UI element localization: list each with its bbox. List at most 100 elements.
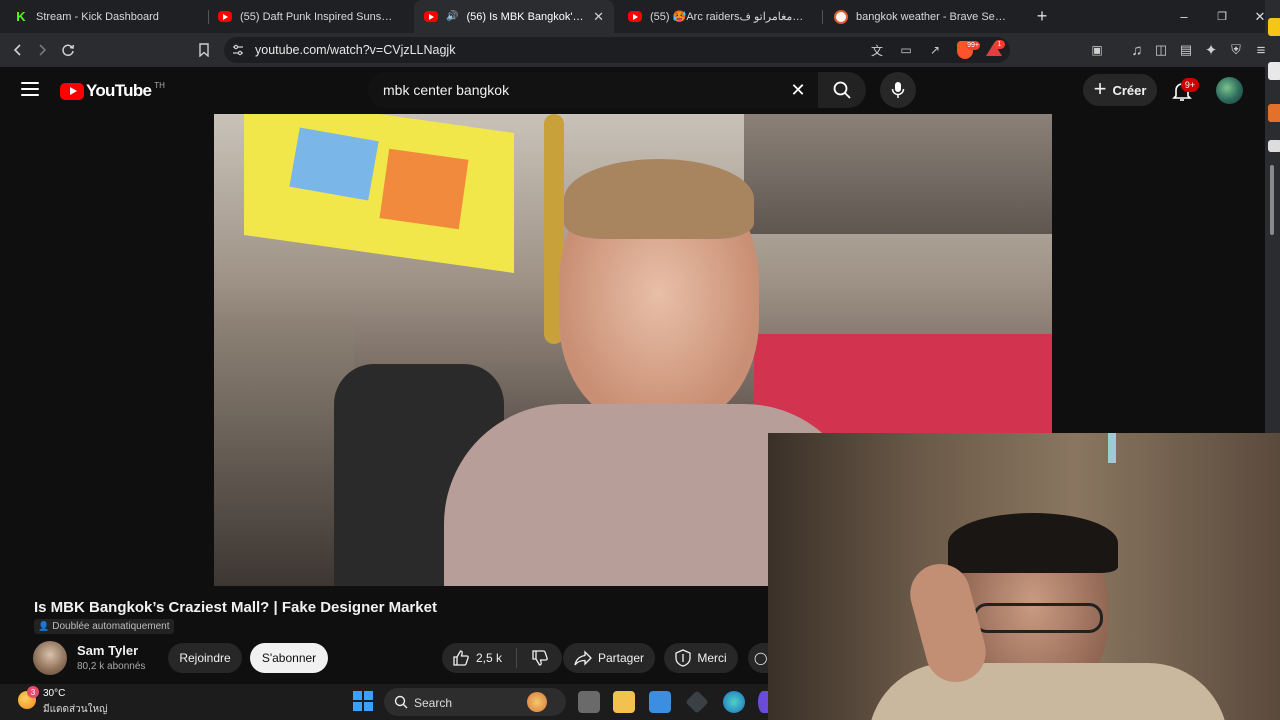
restore-button[interactable]: ❐ [1203, 0, 1241, 33]
country-code: TH [154, 80, 165, 90]
thumbs-down-icon[interactable] [531, 649, 549, 667]
youtube-icon [628, 11, 642, 22]
like-count[interactable]: 2,5 k [476, 651, 502, 665]
bookmark-icon [199, 43, 209, 57]
share-arrow-icon [574, 650, 592, 666]
url-text: youtube.com/watch?v=CVjzLLNagjk [255, 43, 456, 57]
reload-button[interactable] [57, 39, 79, 61]
share-button[interactable]: Partager [563, 643, 655, 673]
translate-icon[interactable]: 文 [868, 41, 886, 59]
video-ceiling [744, 114, 1052, 234]
tab-daft-punk[interactable]: (55) Daft Punk Inspired Sunset Funk [208, 0, 408, 33]
tab-label: bangkok weather - Brave Search [856, 10, 1010, 23]
windows-taskbar: 3 30°C มีแดดส่วนใหญ่ Search [0, 684, 768, 720]
taskbar-search-box[interactable]: Search [384, 688, 566, 716]
channel-avatar[interactable] [33, 641, 67, 675]
video-escalator-area [214, 314, 354, 586]
account-avatar[interactable] [1216, 77, 1243, 104]
thanks-label: Merci [697, 651, 727, 665]
tab-kick-dashboard[interactable]: K Stream - Kick Dashboard [4, 0, 200, 33]
speaker-icon[interactable]: 🔊 [446, 11, 458, 22]
clear-search-icon[interactable]: ✕ [786, 78, 810, 102]
leo-ai-icon[interactable]: ✦ [1200, 39, 1222, 61]
webcam-hair [948, 513, 1118, 573]
tab-label: (55) 🥵Arc raidersومغامراتو ف Loujey [650, 11, 808, 23]
video-billboard [244, 114, 514, 273]
side-app-icon[interactable] [1268, 140, 1280, 152]
reload-icon [62, 44, 75, 57]
bookmark-button[interactable] [193, 39, 215, 61]
minimize-button[interactable]: – [1165, 0, 1203, 33]
channel-subscriber-count: 80,2 k abonnés [77, 661, 146, 672]
tab-separator [822, 10, 823, 24]
save-button[interactable]: ◯ [748, 643, 768, 673]
back-button[interactable] [7, 39, 29, 61]
side-app-icon[interactable] [1268, 104, 1280, 122]
hamburger-menu-icon[interactable] [21, 82, 39, 96]
video-poster [379, 148, 469, 230]
subscribe-label: S'abonner [261, 651, 317, 665]
create-button[interactable]: + Créer [1083, 74, 1157, 106]
weather-badge: 3 [27, 686, 39, 698]
join-button[interactable]: Rejoindre [168, 643, 242, 673]
like-divider [516, 648, 518, 668]
webcam-overlay [768, 433, 1280, 720]
channel-name[interactable]: Sam Tyler [77, 643, 138, 658]
voice-search-button[interactable] [880, 72, 916, 108]
cast-icon[interactable]: ▭ [897, 41, 915, 59]
vpn-shield-icon[interactable]: ⛨ [1225, 39, 1247, 61]
search-highlight-icon [527, 692, 547, 712]
video-title: Is MBK Bangkok’s Craziest Mall? | Fake D… [34, 599, 437, 616]
screenshot-icon[interactable]: ▣ [1086, 39, 1108, 61]
thanks-button[interactable]: Merci [664, 643, 738, 673]
tab-arc-raiders[interactable]: (55) 🥵Arc raidersومغامراتو ف Loujey [618, 0, 818, 33]
rewards-badge: 1 [994, 40, 1005, 49]
side-app-icon[interactable] [1268, 62, 1280, 80]
subscribe-button[interactable]: S'abonner [250, 643, 328, 673]
address-bar[interactable]: youtube.com/watch?v=CVjzLLNagjk 文 ▭ ↗ 99… [224, 37, 1010, 63]
app-icon[interactable] [758, 691, 768, 713]
tab-brave-search[interactable]: bangkok weather - Brave Search [824, 0, 1020, 33]
share-label: Partager [597, 651, 645, 665]
dubbed-badge: 👤 Doublée automatiquement [34, 619, 174, 634]
file-explorer-icon[interactable] [613, 691, 635, 713]
youtube-play-icon [60, 82, 84, 100]
search-button[interactable] [818, 72, 866, 108]
taskbar-search-label: Search [414, 696, 453, 710]
close-tab-icon[interactable]: ✕ [593, 9, 604, 25]
sidebar-icon[interactable]: ◫ [1150, 39, 1172, 61]
super-thanks-icon [675, 649, 691, 667]
kick-icon: K [14, 9, 28, 24]
browser-side-panel-strip [1265, 0, 1280, 433]
browser-toolbar: youtube.com/watch?v=CVjzLLNagjk 文 ▭ ↗ 99… [0, 33, 1280, 67]
video-host-hair [564, 159, 754, 239]
youtube-logo[interactable]: YouTube TH [60, 81, 165, 101]
glasses-icon [973, 603, 1103, 633]
tab-label: Stream - Kick Dashboard [36, 10, 159, 23]
like-dislike-bar: 2,5 k [442, 643, 562, 673]
microsoft-store-icon[interactable] [649, 691, 671, 713]
browser-tab-strip: K Stream - Kick Dashboard (55) Daft Punk… [0, 0, 1280, 33]
youtube-icon [218, 11, 232, 22]
windows-start-icon[interactable] [353, 691, 373, 711]
media-icon[interactable]: ♫ [1126, 39, 1148, 61]
dubbed-label: Doublée automatiquement [52, 621, 170, 632]
new-tab-button[interactable]: + [1023, 0, 1061, 33]
forward-arrow-icon [39, 44, 47, 56]
thumbs-up-icon[interactable] [452, 649, 470, 667]
youtube-header: YouTube TH mbk center bangkok ✕ + Créer [0, 67, 1265, 114]
site-info-icon[interactable] [229, 41, 247, 59]
scrollbar-thumb[interactable] [1270, 165, 1274, 235]
app-cube-icon[interactable] [685, 690, 709, 714]
shields-count-badge: 99+ [966, 41, 980, 50]
search-input[interactable]: mbk center bangkok ✕ [368, 72, 818, 108]
dubbed-person-icon: 👤 [38, 621, 50, 631]
side-app-icon[interactable] [1268, 18, 1280, 36]
edge-browser-icon[interactable] [723, 691, 745, 713]
back-arrow-icon [13, 44, 21, 56]
wallet-icon[interactable]: ▤ [1175, 39, 1197, 61]
task-view-icon[interactable] [578, 691, 600, 713]
forward-button[interactable] [31, 39, 53, 61]
tab-mbk-bangkok[interactable]: 🔊 (56) Is MBK Bangkok's Crazie ✕ [414, 0, 614, 33]
share-page-icon[interactable]: ↗ [926, 41, 944, 59]
